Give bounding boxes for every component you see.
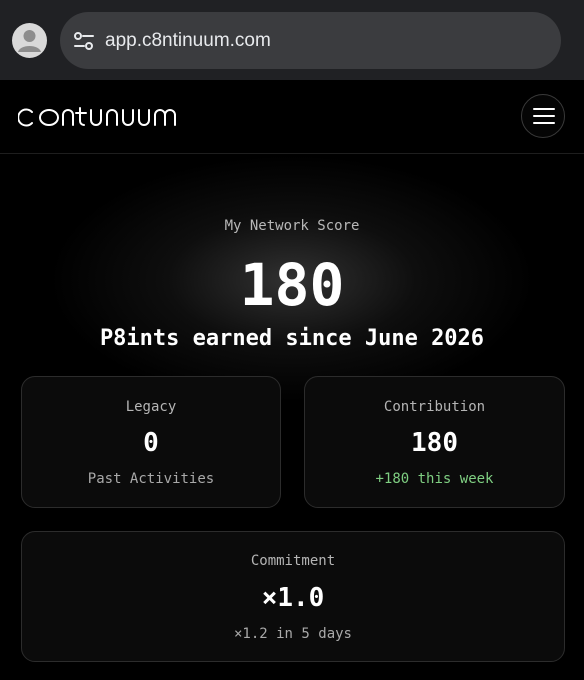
contribution-card: Contribution 180 +180 this week [304,376,565,508]
contribution-value: 180 [411,428,458,458]
contribution-title: Contribution [383,399,486,415]
hamburger-menu-icon [533,108,555,124]
commitment-sub: ×1.2 in 5 days [233,626,352,642]
legacy-sub: Past Activities [87,471,215,487]
legacy-value: 0 [143,428,159,458]
score-label: My Network Score [224,218,360,234]
logo-text: continuum [18,104,23,105]
url-text[interactable]: app.c8ntinuum.com [105,29,271,53]
legacy-card: Legacy 0 Past Activities [21,376,281,508]
address-bar[interactable]: app.c8ntinuum.com [60,12,561,69]
site-settings-icon[interactable] [72,29,96,53]
legacy-title: Legacy [125,399,177,415]
commitment-value: ×1.0 [261,583,325,613]
menu-button[interactable] [521,94,565,138]
profile-avatar[interactable] [12,23,47,58]
commitment-title: Commitment [250,553,336,569]
commitment-card: Commitment ×1.0 ×1.2 in 5 days [21,531,565,662]
contribution-sub: +180 this week [375,471,494,487]
browser-toolbar: app.c8ntinuum.com [0,0,584,80]
continuum-logo[interactable]: continuum [18,104,180,130]
score-caption: P8ints earned since June 2026 [99,326,485,351]
score-value: 180 [239,251,345,319]
person-icon [18,30,41,52]
